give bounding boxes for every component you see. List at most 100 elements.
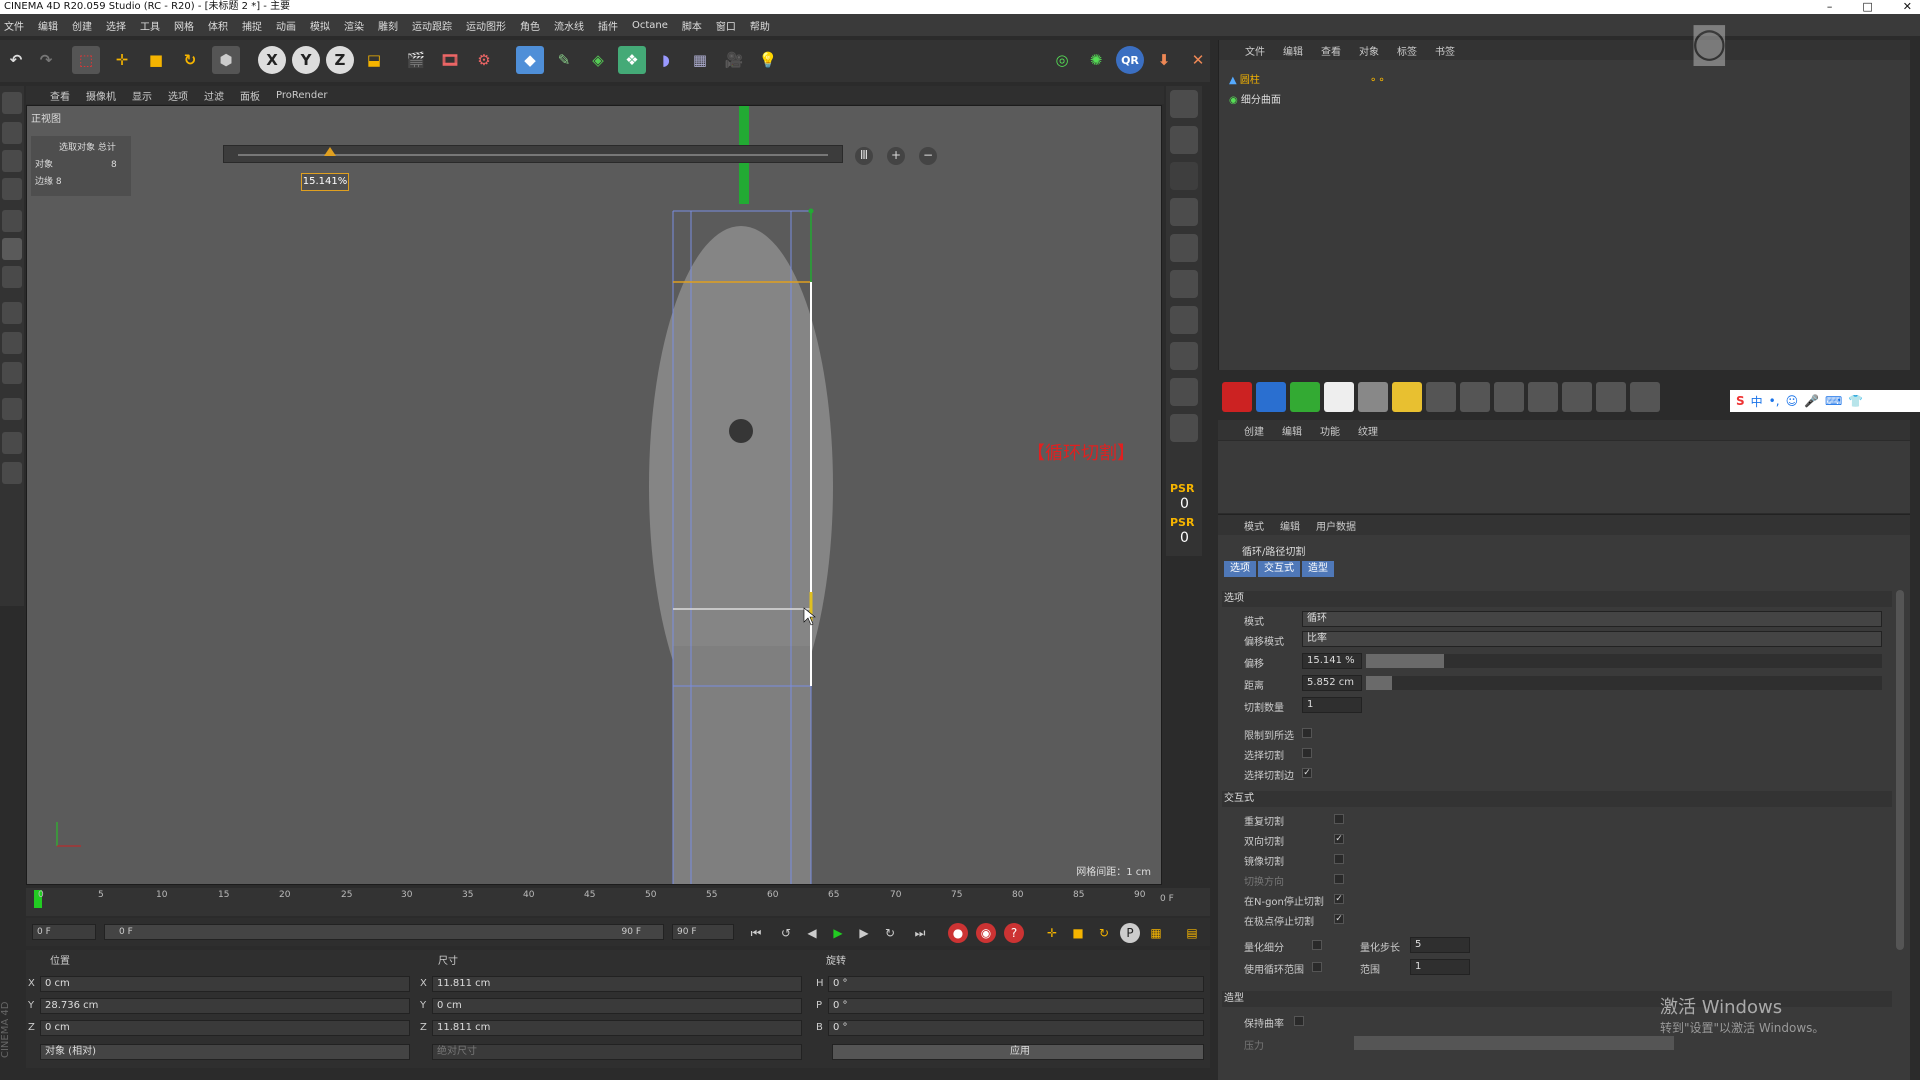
range-field[interactable]: 1 [1410, 959, 1470, 975]
model-mode-icon[interactable] [2, 122, 22, 144]
close-icon[interactable]: ✕ [1903, 0, 1912, 14]
cloner-icon[interactable]: ❖ [618, 46, 646, 74]
select-tool-icon[interactable]: ⬚ [72, 46, 100, 74]
prev-frame-icon[interactable]: ◀ [802, 923, 822, 943]
material-icon[interactable] [1528, 382, 1558, 412]
minimize-icon[interactable]: – [1827, 0, 1833, 14]
undo-icon[interactable]: ↶ [2, 46, 30, 74]
current-frame-field[interactable]: 0 F [32, 924, 96, 940]
tension-slider[interactable] [1354, 1036, 1674, 1050]
material-icon[interactable] [1426, 382, 1456, 412]
magnet-icon[interactable] [2, 398, 22, 420]
viewport[interactable]: 正视图 选取对象 总计 对象 8 边缘 8 15.141% Ⅲ + − 【循环切割… [26, 105, 1162, 885]
repeat-checkbox[interactable] [1334, 814, 1344, 824]
camera-icon[interactable]: 🎥 [720, 46, 748, 74]
offset-mode-select[interactable]: 比率 [1302, 631, 1882, 647]
key-move-icon[interactable]: ✛ [1042, 923, 1062, 943]
pen-icon[interactable]: ✎ [550, 46, 578, 74]
vp-menu-panel[interactable]: 面板 [240, 88, 260, 103]
skin-icon[interactable]: 👕 [1848, 394, 1863, 408]
om-menu-tags[interactable]: 标签 [1397, 43, 1417, 58]
position-z-field[interactable]: 0 cm [40, 1020, 410, 1036]
distance-slider[interactable] [1366, 676, 1882, 690]
am-menu-edit[interactable]: 编辑 [1280, 518, 1300, 533]
material-icon[interactable] [1290, 382, 1320, 412]
y-axis-icon[interactable]: Y [292, 46, 320, 74]
menu-item-select[interactable]: 选择 [106, 18, 126, 33]
keyboard-icon[interactable]: ⌨ [1825, 394, 1842, 408]
key-rotate-icon[interactable]: ↻ [1094, 923, 1114, 943]
am-menu-userdata[interactable]: 用户数据 [1316, 518, 1356, 533]
object-row[interactable]: ▲ 圆柱 ⚬⚬ [1229, 72, 1386, 90]
deformer-icon[interactable]: ◗ [652, 46, 680, 74]
polygons-mode-icon[interactable] [2, 266, 22, 288]
key-param-icon[interactable]: P [1120, 923, 1140, 943]
coord-mode-select[interactable]: 对象 (相对) [40, 1044, 410, 1060]
om-menu-bookmarks[interactable]: 书签 [1435, 43, 1455, 58]
knife-icon[interactable] [1170, 270, 1198, 298]
mm-menu-texture[interactable]: 纹理 [1358, 423, 1378, 438]
offset-field[interactable]: 15.141 % [1302, 653, 1362, 669]
vp-menu-display[interactable]: 显示 [132, 88, 152, 103]
render-view-icon[interactable]: 🎬 [402, 46, 430, 74]
tab-interactive[interactable]: 交互式 [1258, 561, 1300, 577]
material-icon[interactable] [1256, 382, 1286, 412]
cube-object-icon[interactable] [1170, 90, 1198, 118]
menu-item-pipeline[interactable]: 流水线 [554, 18, 584, 33]
snap-icon[interactable]: ✕ [1184, 46, 1212, 74]
drop-icon[interactable]: ⬇ [1150, 46, 1178, 74]
render-picture-icon[interactable]: 🎞 [436, 46, 464, 74]
keep-curvature-checkbox[interactable] [1294, 1016, 1304, 1026]
tab-options[interactable]: 选项 [1224, 561, 1256, 577]
menu-item-simulate[interactable]: 模拟 [310, 18, 330, 33]
go-start-icon[interactable]: ⏮ [746, 923, 766, 943]
size-y-field[interactable]: 0 cm [432, 998, 802, 1014]
key-scale-icon[interactable]: ■ [1068, 923, 1088, 943]
workplane-icon[interactable] [2, 178, 22, 200]
redo-icon[interactable]: ↷ [32, 46, 60, 74]
rotation-p-field[interactable]: 0 ° [828, 998, 1204, 1014]
mm-menu-function[interactable]: 功能 [1320, 423, 1340, 438]
flip-checkbox[interactable] [1334, 874, 1344, 884]
position-x-field[interactable]: 0 cm [40, 976, 410, 992]
sogou-icon[interactable]: S [1736, 394, 1745, 408]
floor-icon[interactable]: ▦ [686, 46, 714, 74]
emoji-icon[interactable]: ☺ [1786, 394, 1799, 408]
slider-minus-icon[interactable]: − [919, 147, 937, 165]
material-icon[interactable] [1324, 382, 1354, 412]
next-key-icon[interactable]: ↻ [880, 923, 900, 943]
cut-slider-handle[interactable] [324, 147, 336, 156]
menu-item-file[interactable]: 文件 [4, 18, 24, 33]
om-menu-file[interactable]: 文件 [1245, 43, 1265, 58]
make-editable-icon[interactable] [2, 92, 22, 114]
vp-menu-options[interactable]: 选项 [168, 88, 188, 103]
subdivision-icon[interactable]: ◈ [584, 46, 612, 74]
tweak-icon[interactable] [2, 332, 22, 354]
om-menu-view[interactable]: 查看 [1321, 43, 1341, 58]
menu-item-help[interactable]: 帮助 [750, 18, 770, 33]
menu-item-character[interactable]: 角色 [520, 18, 540, 33]
recent-tool-icon[interactable]: ⬢ [212, 46, 240, 74]
extrude-icon[interactable] [1170, 198, 1198, 226]
points-mode-icon[interactable] [2, 210, 22, 232]
axis-mode-icon[interactable] [2, 302, 22, 324]
cube-icon[interactable]: ◆ [516, 46, 544, 74]
vp-menu-filter[interactable]: 过滤 [204, 88, 224, 103]
ime-mode[interactable]: 中 [1751, 393, 1763, 410]
texture-mode-icon[interactable] [2, 150, 22, 172]
rotation-b-field[interactable]: 0 ° [828, 1020, 1204, 1036]
keyframe-select-icon[interactable]: ? [1004, 923, 1024, 943]
restrict-checkbox[interactable] [1302, 728, 1312, 738]
om-menu-edit[interactable]: 编辑 [1283, 43, 1303, 58]
octane-live-icon[interactable]: ◎ [1048, 46, 1076, 74]
object-row[interactable]: ◉ 细分曲面 [1229, 92, 1281, 110]
phong-tag-icon[interactable]: ⚬⚬ [1369, 72, 1386, 90]
menu-item-animate[interactable]: 动画 [276, 18, 296, 33]
vp-menu-camera[interactable]: 摄像机 [86, 88, 116, 103]
size-z-field[interactable]: 11.811 cm [432, 1020, 802, 1036]
ngon-checkbox[interactable]: ✓ [1334, 894, 1344, 904]
record-icon[interactable]: ● [948, 923, 968, 943]
menu-item-sculpt[interactable]: 雕刻 [378, 18, 398, 33]
x-axis-icon[interactable]: X [258, 46, 286, 74]
frame-range-slider[interactable]: 0 F 90 F [104, 924, 664, 940]
